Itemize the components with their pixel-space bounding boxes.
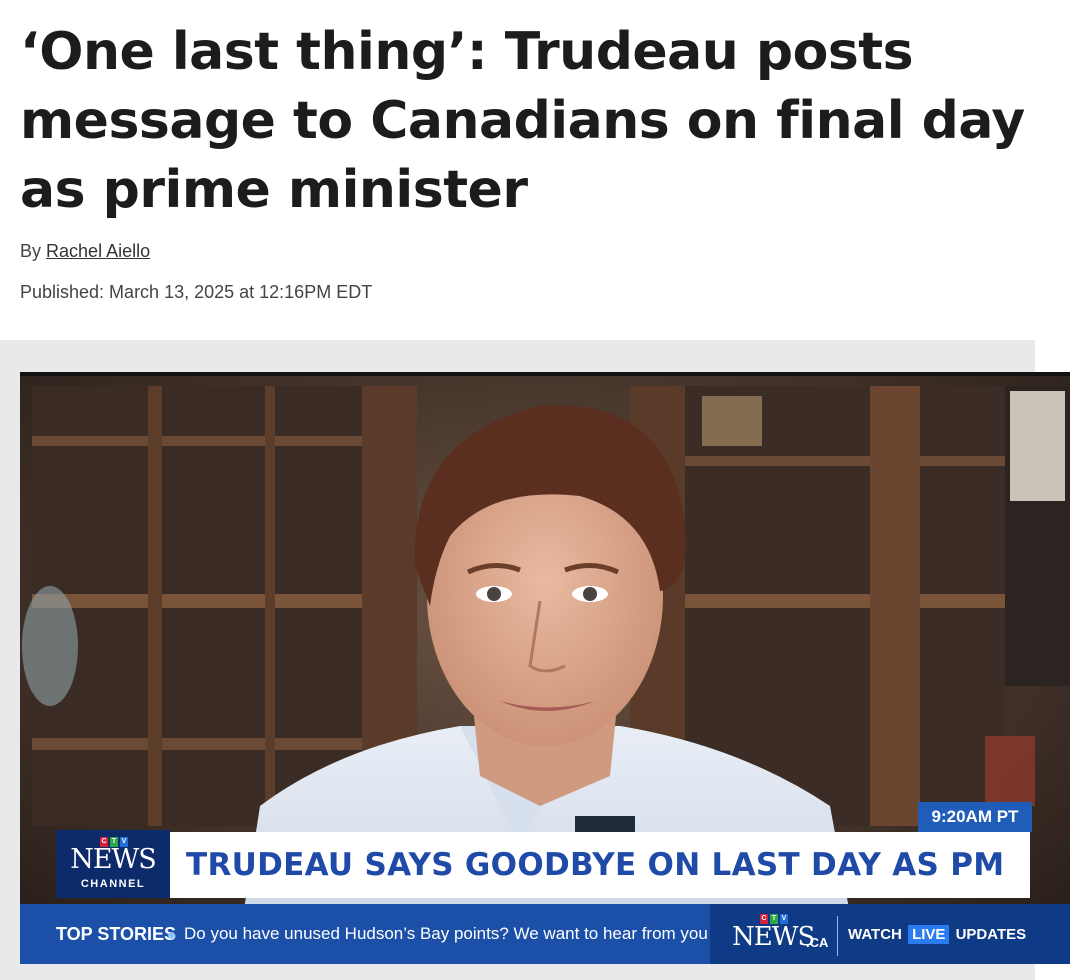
brand-ca-text: .CA: [806, 935, 829, 950]
video-player[interactable]: 9:20AM PT C T V NEWS CHANNEL TRUDEAU SAY…: [20, 372, 1070, 964]
brand-news-text: NEWS: [732, 922, 815, 952]
news-ticker: TOP STORIES Do you have unused Hudson’s …: [20, 904, 1070, 964]
ticker-title: TOP STORIES: [56, 924, 177, 944]
brand-divider: [837, 916, 838, 956]
logo-news-text: NEWS: [70, 844, 157, 875]
broadcast-clock: 9:20AM PT: [918, 802, 1032, 832]
ctv-news-channel-logo: C T V NEWS CHANNEL: [56, 830, 170, 898]
ticker-text: Do you have unused Hudson’s Bay points? …: [184, 924, 708, 943]
ticker-bullet-icon: [168, 932, 175, 939]
byline-prefix: By: [20, 241, 42, 261]
published-date: Published: March 13, 2025 at 12:16PM EDT: [20, 282, 373, 302]
updates-text: UPDATES: [955, 926, 1027, 943]
byline: By Rachel Aiello: [20, 241, 150, 262]
logo-channel-text: CHANNEL: [80, 878, 146, 890]
watch-text: WATCH: [848, 926, 902, 943]
ctv-news-ca-brand: C T V NEWS .CA WATCH LIVE UPDATES: [710, 904, 1070, 964]
watch-live-updates: WATCH LIVE UPDATES: [848, 925, 1027, 944]
author-link[interactable]: Rachel Aiello: [46, 241, 150, 261]
article-headline: ‘One last thing’: Trudeau posts message …: [20, 22, 1025, 220]
live-badge: LIVE: [908, 925, 950, 944]
lower-third-headline: TRUDEAU SAYS GOODBYE ON LAST DAY AS PM: [170, 832, 1030, 898]
